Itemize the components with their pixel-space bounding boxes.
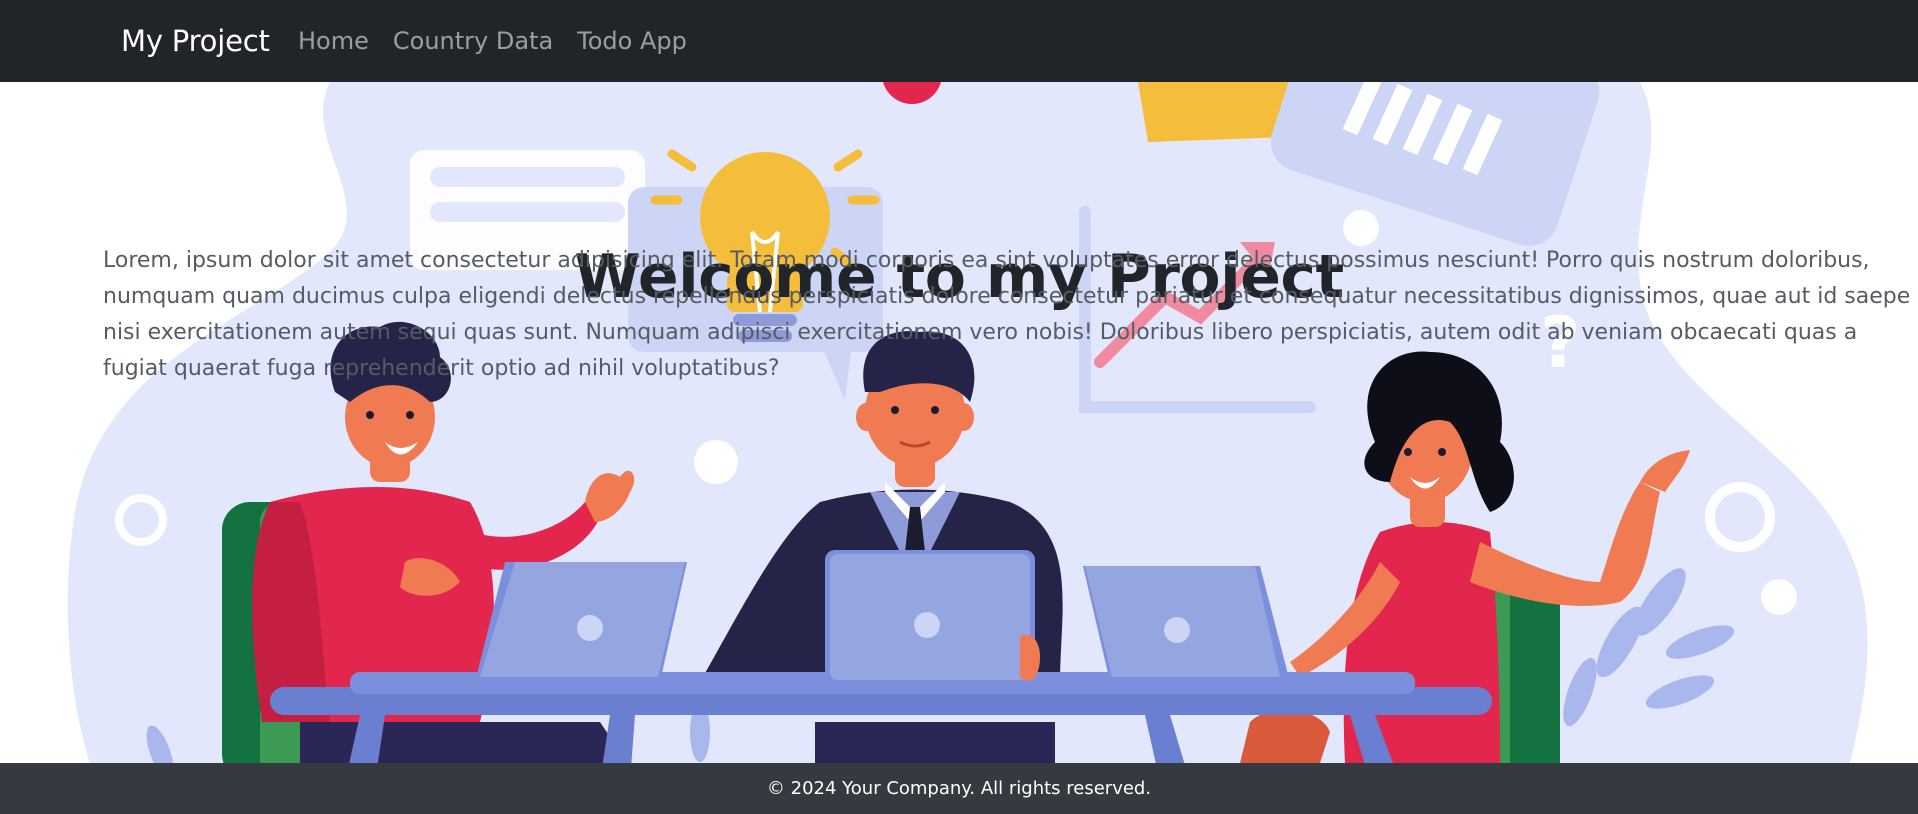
intro-paragraph: Lorem, ipsum dolor sit amet consectetur … xyxy=(103,248,1911,381)
deco-circle xyxy=(238,192,294,248)
nav-link-home[interactable]: Home xyxy=(298,0,369,82)
hero-section: ? Welcome to my Project xyxy=(0,82,1918,763)
team-meeting-illustration: ? xyxy=(67,82,1868,763)
deco-circle xyxy=(1343,210,1379,246)
nav-link-country-data[interactable]: Country Data xyxy=(393,0,553,82)
footer: © 2024 Your Company. All rights reserved… xyxy=(0,763,1918,814)
laptop-center xyxy=(825,550,1040,681)
copyright-text: © 2024 Your Company. All rights reserved… xyxy=(766,778,1152,799)
deco-circle xyxy=(1761,579,1797,615)
deco-circle xyxy=(694,440,738,484)
nav-link-todo-app[interactable]: Todo App xyxy=(577,0,687,82)
brand-link[interactable]: My Project xyxy=(121,0,270,82)
laptop-left xyxy=(475,562,687,682)
nav-links: Home Country Data Todo App xyxy=(298,0,711,82)
navbar: My Project Home Country Data Todo App xyxy=(0,0,1918,82)
laptop-right xyxy=(1083,566,1290,682)
